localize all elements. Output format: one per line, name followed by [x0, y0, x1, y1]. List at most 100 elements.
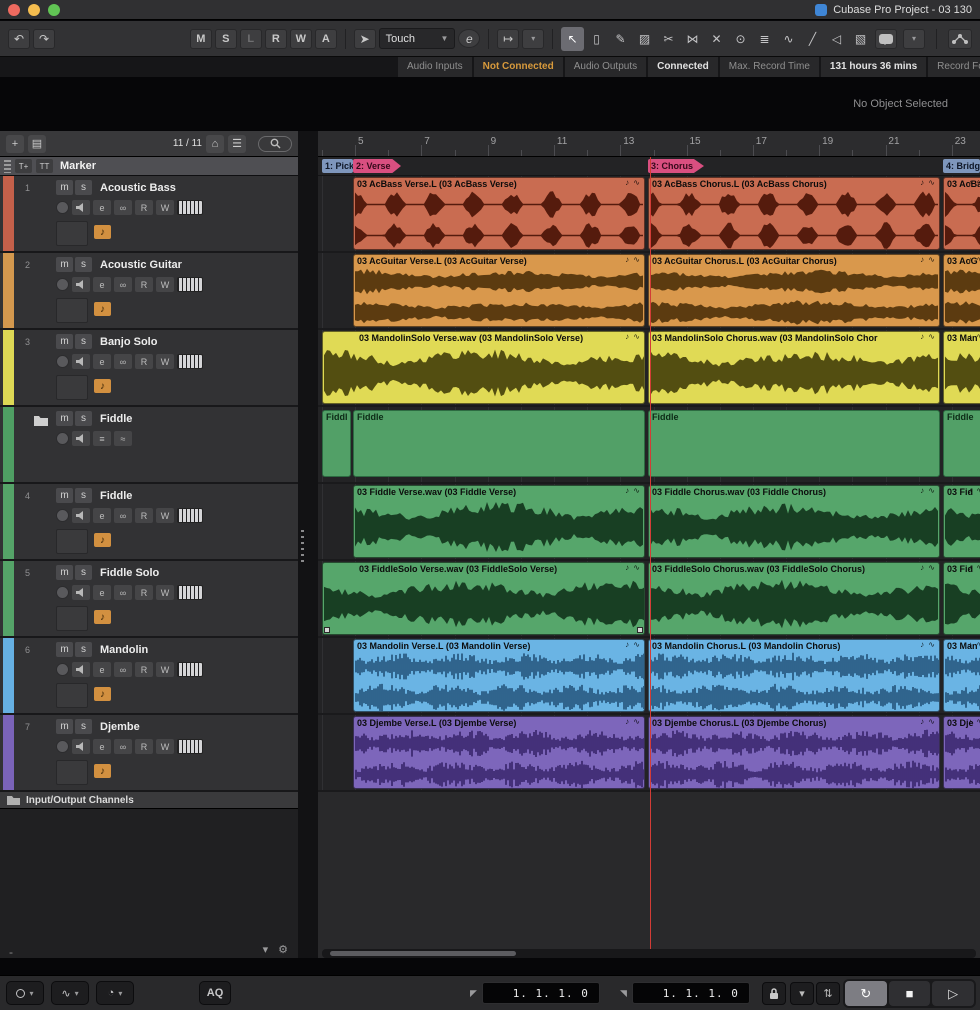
time-warp-tool[interactable]: ∿ [777, 27, 800, 51]
zoom-out-tracks-button[interactable]: - [9, 945, 13, 959]
timebase-button[interactable]: ♪ [94, 225, 111, 239]
notepad-options-button[interactable]: ▾ [903, 29, 925, 49]
glue-tool[interactable]: ⋈ [681, 27, 704, 51]
mute-tool[interactable]: ✕ [705, 27, 728, 51]
track-lane[interactable]: 03 MandolinSolo Verse.wav (03 MandolinSo… [318, 330, 980, 407]
edit-channel-button[interactable]: e [93, 585, 111, 600]
track-lane[interactable]: FiddlFiddleFiddleFiddle [318, 407, 980, 484]
comp-tool[interactable]: ≣ [753, 27, 776, 51]
audio-event[interactable]: 03 Mandolin Chorus.L (03 Mandolin Chorus… [648, 639, 940, 712]
edit-channel-button[interactable]: e [93, 200, 111, 215]
timebase-button[interactable]: ♪ [94, 379, 111, 393]
track-visibility-button[interactable]: ▤ [28, 135, 46, 153]
erase-tool[interactable]: ▨ [633, 27, 656, 51]
audition-tool[interactable]: ◁ [825, 27, 848, 51]
monitor-button[interactable] [72, 277, 90, 292]
routing-box[interactable] [56, 606, 88, 631]
automation-mode-select[interactable]: Touch ▼ [379, 28, 456, 49]
automation-read-button[interactable]: R [135, 739, 153, 754]
track-lane[interactable]: 03 AcGuitar Verse.L (03 AcGuitar Verse)♪… [318, 253, 980, 330]
track-row[interactable]: 6msMandoline∞RW♪ [0, 638, 298, 715]
freeze-button[interactable]: ∞ [114, 508, 132, 523]
record-arm-button[interactable] [56, 663, 69, 676]
freeze-button[interactable]: ∞ [114, 200, 132, 215]
audio-event[interactable]: 03 Dje♪ ∿ [943, 716, 980, 789]
automation-write-button[interactable]: W [156, 508, 174, 523]
automation-read-button[interactable]: R [135, 200, 153, 215]
record-arm-button[interactable] [56, 355, 69, 368]
marker-event[interactable]: 1: Pick [322, 159, 353, 173]
track-lane[interactable]: 03 Djembe Verse.L (03 Djembe Verse)♪ ∿03… [318, 715, 980, 792]
marker-event[interactable]: 2: Verse [353, 159, 401, 173]
mute-button[interactable]: m [56, 642, 73, 657]
automation-write-button[interactable]: W [156, 662, 174, 677]
audio-event[interactable]: 03 FiddleSolo Chorus.wav (03 FiddleSolo … [648, 562, 940, 635]
marker-track-row[interactable]: T+ TT Marker [0, 157, 298, 176]
global-s-button[interactable]: S [215, 29, 237, 49]
global-m-button[interactable]: M [190, 29, 212, 49]
record-arm-button[interactable] [56, 509, 69, 522]
solo-button[interactable]: s [75, 565, 92, 580]
audio-performance-button[interactable]: ∿▾ [51, 981, 89, 1005]
gear-icon[interactable]: ⚙ [278, 943, 288, 956]
mute-button[interactable]: m [56, 488, 73, 503]
marker-event[interactable]: 3: Chorus [648, 159, 704, 173]
solo-button[interactable]: s [75, 642, 92, 657]
routing-box[interactable] [56, 375, 88, 400]
metronome-button[interactable]: ◔▾ [96, 981, 134, 1005]
project-cursor[interactable] [650, 157, 651, 949]
minimize-window-button[interactable] [28, 4, 40, 16]
zoom-tool[interactable]: ⊙ [729, 27, 752, 51]
solo-button[interactable]: s [75, 411, 92, 426]
track-row[interactable]: 7msDjembee∞RW♪ [0, 715, 298, 792]
track-row[interactable]: 4msFiddlee∞RW♪ [0, 484, 298, 561]
automation-read-button[interactable]: R [135, 662, 153, 677]
quantize-menu-button[interactable]: ▾ [790, 982, 814, 1005]
solo-button[interactable]: s [75, 488, 92, 503]
record-arm-button[interactable] [56, 740, 69, 753]
record-mode-button[interactable]: ▾ [6, 981, 44, 1005]
audio-event[interactable]: 03 Man♪ ∿ [943, 639, 980, 712]
keyboard-icon[interactable] [177, 200, 203, 215]
audio-event[interactable]: 03 Fid♪ ∿ [943, 562, 980, 635]
edit-channel-button[interactable]: e [93, 277, 111, 292]
automation-write-button[interactable]: W [156, 739, 174, 754]
audio-event[interactable]: 03 AcBass Chorus.L (03 AcBass Chorus)♪ ∿ [648, 177, 940, 250]
global-r-button[interactable]: R [265, 29, 287, 49]
record-arm-button[interactable] [56, 586, 69, 599]
edit-channel-button[interactable]: e [93, 662, 111, 677]
freeze-button[interactable]: ∞ [114, 277, 132, 292]
track-lane[interactable]: 03 Fiddle Verse.wav (03 Fiddle Verse)♪ ∿… [318, 484, 980, 561]
folder-part-event[interactable]: Fiddle [943, 410, 980, 477]
routing-box[interactable] [56, 683, 88, 708]
monitor-button[interactable] [72, 200, 90, 215]
audio-quantize-button[interactable]: AQ [199, 981, 231, 1005]
marker-event[interactable]: 4: Bridg [943, 159, 980, 173]
draw-tool[interactable]: ✎ [609, 27, 632, 51]
audio-event[interactable]: 03 Fiddle Chorus.wav (03 Fiddle Chorus)♪… [648, 485, 940, 558]
timebase-button[interactable]: ♪ [94, 302, 111, 316]
scrollbar-thumb[interactable] [330, 951, 516, 956]
keyboard-icon[interactable] [177, 739, 203, 754]
automation-write-button[interactable]: W [156, 277, 174, 292]
solo-button[interactable]: s [75, 334, 92, 349]
track-lane[interactable]: 03 AcBass Verse.L (03 AcBass Verse)♪ ∿03… [318, 176, 980, 253]
folder-part-event[interactable]: Fiddle [353, 410, 645, 477]
add-cycle-marker-button[interactable]: TT [36, 159, 53, 173]
horizontal-scrollbar[interactable] [322, 949, 976, 958]
add-marker-button[interactable]: T+ [15, 159, 32, 173]
keyboard-icon[interactable] [177, 662, 203, 677]
keyboard-icon[interactable] [177, 354, 203, 369]
audio-event[interactable]: 03 AcBass Verse.L (03 AcBass Verse)♪ ∿ [353, 177, 645, 250]
stop-button[interactable]: ■ [889, 981, 931, 1006]
automation-write-button[interactable]: W [156, 585, 174, 600]
drag-handle-icon[interactable] [4, 160, 11, 173]
folder-part-event[interactable]: Fiddle [648, 410, 940, 477]
edit-channel-toolbar-button[interactable]: e [458, 29, 480, 48]
timebase-button[interactable]: ♪ [94, 764, 111, 778]
audio-event[interactable]: 03 AcG♪ ∿ [943, 254, 980, 327]
group-editing-button[interactable]: ≡ [93, 431, 111, 446]
automation-read-button[interactable]: R [135, 508, 153, 523]
track-row[interactable]: 5msFiddle Soloe∞RW♪ [0, 561, 298, 638]
mute-button[interactable]: m [56, 719, 73, 734]
